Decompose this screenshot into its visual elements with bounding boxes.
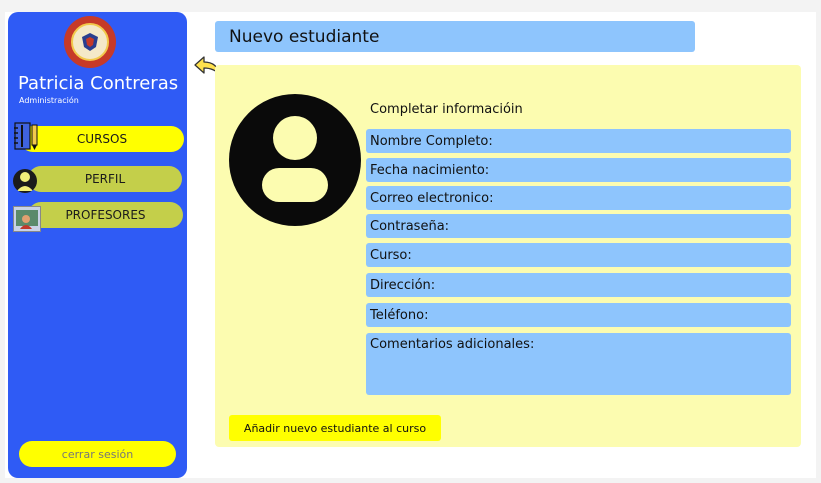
add-student-button[interactable]: Añadir nuevo estudiante al curso <box>229 415 441 441</box>
password-field[interactable]: Contraseña: <box>366 214 791 238</box>
page-title-text: Nuevo estudiante <box>229 26 380 47</box>
field-label: Curso: <box>370 247 412 263</box>
logout-label: cerrar sesión <box>61 447 134 461</box>
crest-icon <box>71 23 109 61</box>
sidebar-item-profesores[interactable]: PROFESORES <box>28 202 183 228</box>
profile-icon <box>13 169 37 193</box>
sidebar-item-label: CURSOS <box>76 132 128 146</box>
course-field[interactable]: Curso: <box>366 243 791 267</box>
sidebar-item-label: PROFESORES <box>65 208 146 222</box>
field-label: Fecha nacimiento: <box>370 162 490 178</box>
sidebar-item-perfil[interactable]: PERFIL <box>28 166 182 192</box>
page-title: Nuevo estudiante <box>215 21 695 52</box>
email-field[interactable]: Correo electronico: <box>366 186 791 210</box>
logout-button[interactable]: cerrar sesión <box>19 441 176 467</box>
user-name: Patricia Contreras <box>18 73 179 94</box>
notebook-icon <box>10 120 40 152</box>
name-field[interactable]: Nombre Completo: <box>366 129 791 153</box>
field-label: Comentarios adicionales: <box>370 337 535 352</box>
phone-field[interactable]: Teléfono: <box>366 303 791 327</box>
sidebar-item-label: PERFIL <box>84 172 126 186</box>
comments-field[interactable]: Comentarios adicionales: <box>366 333 791 395</box>
sidebar: Patricia Contreras Administración CURSOS… <box>8 12 187 478</box>
teacher-icon <box>13 206 41 232</box>
address-field[interactable]: Dirección: <box>366 273 791 297</box>
field-label: Teléfono: <box>370 307 429 323</box>
add-student-label: Añadir nuevo estudiante al curso <box>243 421 427 435</box>
form-title: Completar informacióin <box>370 102 523 117</box>
sidebar-item-cursos[interactable]: CURSOS <box>20 126 184 152</box>
school-logo <box>64 16 116 68</box>
user-role: Administración <box>19 96 79 105</box>
field-label: Correo electronico: <box>370 190 494 206</box>
field-label: Nombre Completo: <box>370 133 493 149</box>
birthdate-field[interactable]: Fecha nacimiento: <box>366 158 791 182</box>
student-avatar-icon <box>229 94 361 226</box>
field-label: Dirección: <box>370 277 436 293</box>
field-label: Contraseña: <box>370 218 450 234</box>
